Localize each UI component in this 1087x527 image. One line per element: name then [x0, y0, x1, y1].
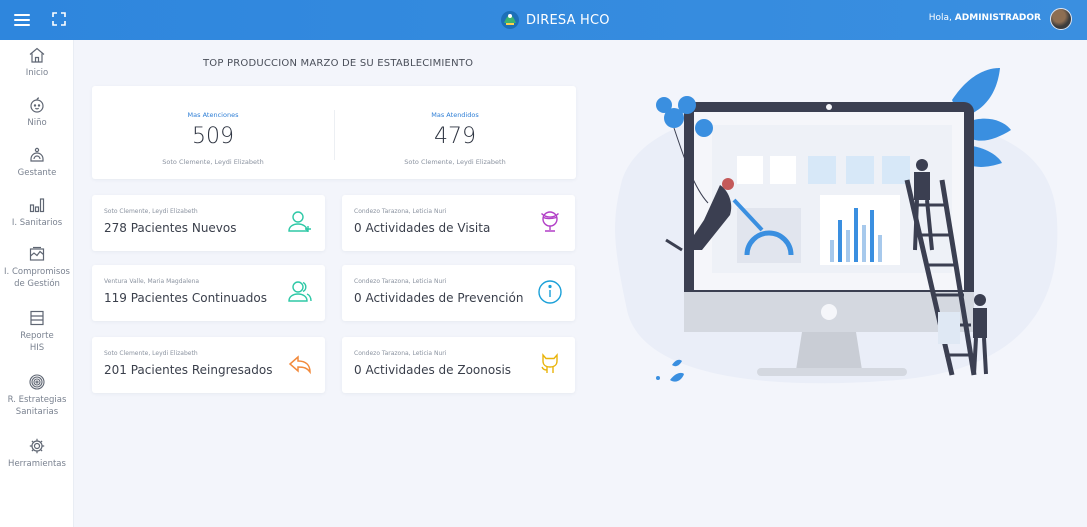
dashboard-illustration	[615, 68, 1058, 384]
sidebar-item-label: Herramientas	[8, 459, 66, 469]
metric-value: 119 Pacientes Continuados	[104, 291, 267, 305]
metric-card-actividades-zoonosis[interactable]: Condezo Tarazona, Leticia Nuri 0 Activid…	[342, 337, 575, 393]
metric-value: 278 Pacientes Nuevos	[104, 221, 237, 235]
diresa-logo-icon	[501, 11, 519, 29]
info-icon	[538, 280, 562, 304]
github-icon	[541, 353, 558, 373]
sidebar-item-label: I. Compromisos	[4, 267, 70, 277]
user-greeting[interactable]: Hola, ADMINISTRADOR	[929, 13, 1041, 23]
sidebar-item-reporte-his[interactable]: Reporte HIS	[0, 309, 74, 354]
sidebar-item-label: Niño	[27, 118, 47, 128]
stat-value: 509	[192, 124, 234, 149]
home-icon	[29, 47, 45, 63]
metric-card-pacientes-reingresados[interactable]: Soto Clemente, Leydi Elizabeth 201 Pacie…	[92, 337, 325, 393]
sidebar-item-label: R. Estrategias	[7, 395, 67, 405]
metric-value: 0 Actividades de Zoonosis	[354, 363, 512, 377]
top-bar: DIRESA HCO Hola, ADMINISTRADOR	[0, 0, 1087, 40]
sidebar-item-gestante[interactable]: Gestante	[0, 146, 74, 179]
report-icon	[29, 246, 45, 261]
users-icon	[288, 281, 312, 302]
metric-value: 201 Pacientes Reingresados	[104, 363, 273, 377]
reply-icon	[288, 355, 311, 375]
metric-value: 0 Actividades de Prevención	[354, 291, 524, 305]
sidebar-item-label: I. Sanitarios	[11, 218, 63, 228]
top-production-card: Mas Atenciones 509 Soto Clemente, Leydi …	[92, 86, 576, 179]
metric-person: Soto Clemente, Leydi Elizabeth	[104, 350, 198, 357]
sidebar-item-label: Reporte	[20, 331, 54, 341]
sidebar-item-label-2: Sanitarias	[15, 407, 59, 417]
sidebar-item-estrategias[interactable]: R. Estrategias Sanitarias	[0, 373, 74, 418]
hamburger-menu-icon[interactable]	[14, 12, 30, 28]
stat-value: 479	[434, 124, 476, 149]
sidebar-item-compromisos[interactable]: I. Compromisos de Gestión	[0, 245, 74, 290]
stat-person: Soto Clemente, Leydi Elizabeth	[162, 158, 264, 166]
brand[interactable]: DIRESA HCO	[500, 9, 610, 31]
brand-title: DIRESA HCO	[526, 12, 610, 28]
metric-card-pacientes-continuados[interactable]: Ventura Valle, Maria Magdalena 119 Pacie…	[92, 265, 325, 321]
metric-card-actividades-visita[interactable]: Condezo Tarazona, Leticia Nuri 0 Activid…	[342, 195, 575, 251]
avatar[interactable]	[1050, 8, 1072, 30]
metric-person: Condezo Tarazona, Leticia Nuri	[354, 350, 447, 357]
user-plus-icon	[288, 211, 311, 232]
stat-label: Mas Atendidos	[431, 111, 479, 119]
sidebar-item-label: Gestante	[17, 168, 57, 178]
sidebar-item-label-2: de Gestión	[14, 279, 60, 289]
metric-person: Condezo Tarazona, Leticia Nuri	[354, 278, 447, 285]
gear-icon	[29, 438, 45, 454]
metric-person: Ventura Valle, Maria Magdalena	[104, 278, 200, 285]
sidebar-item-inicio[interactable]: Inicio	[0, 46, 74, 79]
section-title: TOP PRODUCCION MARZO DE SU ESTABLECIMIEN…	[203, 58, 474, 69]
sidebar-item-nino[interactable]: Niño	[0, 96, 74, 129]
metric-card-pacientes-nuevos[interactable]: Soto Clemente, Leydi Elizabeth 278 Pacie…	[92, 195, 325, 251]
metric-value: 0 Actividades de Visita	[354, 221, 491, 235]
baby-icon	[30, 97, 44, 113]
user-name: ADMINISTRADOR	[954, 13, 1041, 23]
metric-card-actividades-prevencion[interactable]: Condezo Tarazona, Leticia Nuri 0 Activid…	[342, 265, 575, 321]
sidebar-item-label-2: HIS	[29, 343, 45, 353]
target-icon	[29, 374, 45, 390]
bar-chart-icon	[29, 198, 45, 213]
sidebar-item-label: Inicio	[25, 68, 49, 78]
fullscreen-icon[interactable]	[52, 12, 66, 26]
sidebar-item-sanitarios[interactable]: I. Sanitarios	[0, 196, 74, 229]
greeting-prefix: Hola,	[928, 13, 952, 23]
sidebar-item-herramientas[interactable]: Herramientas	[0, 437, 74, 470]
pregnant-icon	[30, 147, 44, 162]
list-icon	[30, 310, 44, 326]
sidebar: Inicio Niño Gestante I. Sanitarios I. Co…	[0, 40, 74, 527]
metric-person: Condezo Tarazona, Leticia Nuri	[354, 208, 447, 215]
stat-person: Soto Clemente, Leydi Elizabeth	[404, 158, 506, 166]
metric-person: Soto Clemente, Leydi Elizabeth	[104, 208, 198, 215]
globe-icon	[541, 211, 559, 232]
stat-label: Mas Atenciones	[187, 111, 239, 119]
